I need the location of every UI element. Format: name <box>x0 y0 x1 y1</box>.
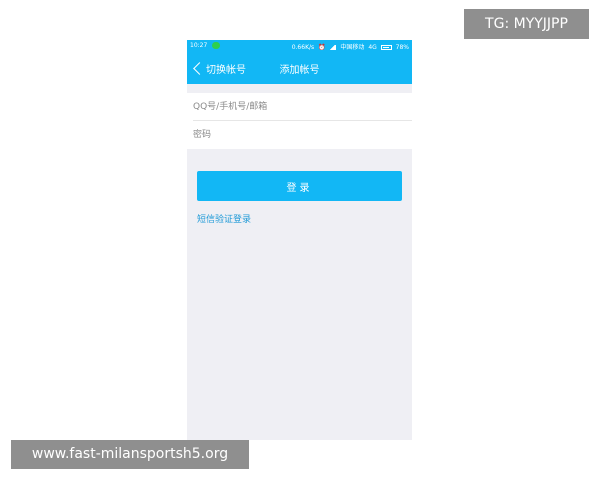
network-type: 4G <box>368 44 377 51</box>
signal-icon <box>329 45 337 50</box>
url-watermark: www.fast-milansportsh5.org <box>11 440 249 469</box>
password-input[interactable] <box>187 121 412 148</box>
wechat-icon <box>212 42 220 49</box>
tg-watermark: TG: MYYJJPP <box>464 9 589 39</box>
sms-login-link[interactable]: 短信验证登录 <box>197 212 251 225</box>
login-form <box>187 93 412 149</box>
status-bar: 10:27 0.66K/s ⏰ 中国移动 4G 78% <box>187 40 412 52</box>
login-button[interactable]: 登录 <box>197 171 402 201</box>
status-right: 0.66K/s ⏰ 中国移动 4G 78% <box>290 42 409 51</box>
nav-bar: 切换帐号 添加帐号 <box>187 52 412 84</box>
carrier-name: 中国移动 <box>340 44 365 51</box>
network-speed: 0.66K/s <box>291 44 315 51</box>
page-title: 添加帐号 <box>279 65 320 76</box>
battery-level: 78% <box>395 44 409 51</box>
status-time: 10:27 <box>190 42 208 49</box>
alarm-icon: ⏰ <box>318 44 326 51</box>
phone-screen: 10:27 0.66K/s ⏰ 中国移动 4G 78% 切换帐号 添加帐号 登录… <box>187 40 412 440</box>
battery-icon <box>380 45 392 50</box>
account-input[interactable] <box>187 93 412 120</box>
